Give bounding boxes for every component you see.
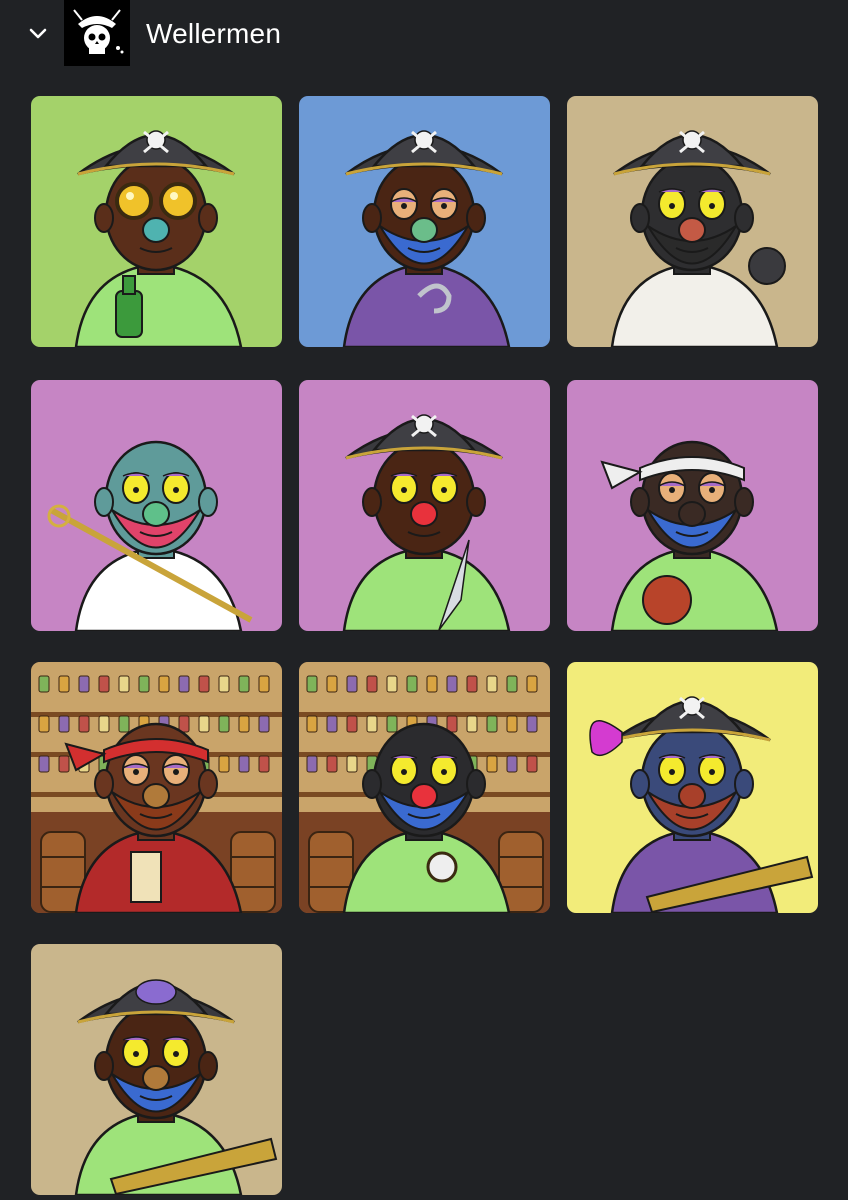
pirate-character-image: [299, 96, 550, 347]
collection-logo[interactable]: [64, 0, 130, 66]
chevron-down-icon[interactable]: [26, 22, 50, 46]
nft-card[interactable]: [31, 944, 282, 1195]
nft-card[interactable]: [31, 380, 282, 631]
nft-card[interactable]: [31, 96, 282, 347]
pirate-character-image: [567, 380, 818, 631]
pirate-skull-logo-icon: [64, 0, 130, 66]
nft-card[interactable]: [567, 96, 818, 347]
nft-card[interactable]: [299, 662, 550, 913]
pirate-character-image: [299, 380, 550, 631]
collection-header: Wellermen: [0, 0, 848, 70]
pirate-character-image: [567, 96, 818, 347]
nft-card[interactable]: [299, 380, 550, 631]
pirate-character-image: [31, 662, 282, 913]
nft-card[interactable]: [31, 662, 282, 913]
pirate-character-image: [31, 96, 282, 347]
nft-card[interactable]: [567, 662, 818, 913]
collection-name[interactable]: Wellermen: [146, 16, 281, 52]
nft-card[interactable]: [567, 380, 818, 631]
pirate-character-image: [31, 380, 282, 631]
pirate-character-image: [31, 944, 282, 1195]
pirate-character-image: [299, 662, 550, 913]
nft-card[interactable]: [299, 96, 550, 347]
pirate-character-image: [567, 662, 818, 913]
